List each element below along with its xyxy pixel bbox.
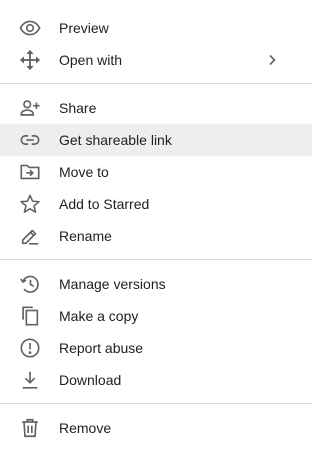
menu-item-label: Make a copy — [59, 308, 139, 324]
menu-item-label: Rename — [59, 228, 112, 244]
context-menu: Preview Open with Share Get shareable li… — [0, 0, 312, 451]
menu-divider — [0, 83, 312, 84]
menu-item-get-shareable-link[interactable]: Get shareable link — [0, 124, 312, 156]
menu-item-label: Manage versions — [59, 276, 166, 292]
menu-item-make-a-copy[interactable]: Make a copy — [0, 300, 312, 332]
menu-item-remove[interactable]: Remove — [0, 412, 312, 444]
alert-circle-icon — [19, 337, 41, 359]
copy-icon — [19, 305, 41, 327]
menu-item-label: Get shareable link — [59, 132, 172, 148]
person-add-icon — [19, 97, 41, 119]
menu-item-open-with[interactable]: Open with — [0, 44, 312, 76]
menu-item-label: Add to Starred — [59, 196, 150, 212]
chevron-right-icon — [265, 53, 279, 67]
menu-item-label: Share — [59, 100, 97, 116]
star-outline-icon — [19, 193, 41, 215]
menu-item-label: Preview — [59, 20, 109, 36]
menu-item-report-abuse[interactable]: Report abuse — [0, 332, 312, 364]
menu-item-label: Download — [59, 372, 122, 388]
eye-icon — [19, 17, 41, 39]
menu-item-label: Remove — [59, 420, 112, 436]
history-icon — [19, 273, 41, 295]
menu-item-label: Report abuse — [59, 340, 144, 356]
menu-item-download[interactable]: Download — [0, 364, 312, 396]
menu-item-share[interactable]: Share — [0, 92, 312, 124]
menu-item-add-to-starred[interactable]: Add to Starred — [0, 188, 312, 220]
menu-item-preview[interactable]: Preview — [0, 12, 312, 44]
menu-item-label: Move to — [59, 164, 109, 180]
menu-divider — [0, 403, 312, 404]
menu-item-manage-versions[interactable]: Manage versions — [0, 268, 312, 300]
menu-item-rename[interactable]: Rename — [0, 220, 312, 252]
folder-move-icon — [19, 161, 41, 183]
menu-item-label: Open with — [59, 52, 123, 68]
move-arrows-icon — [19, 49, 41, 71]
trash-icon — [19, 417, 41, 439]
link-icon — [19, 129, 41, 151]
download-icon — [19, 369, 41, 391]
menu-item-move-to[interactable]: Move to — [0, 156, 312, 188]
pencil-icon — [19, 225, 41, 247]
menu-divider — [0, 259, 312, 260]
